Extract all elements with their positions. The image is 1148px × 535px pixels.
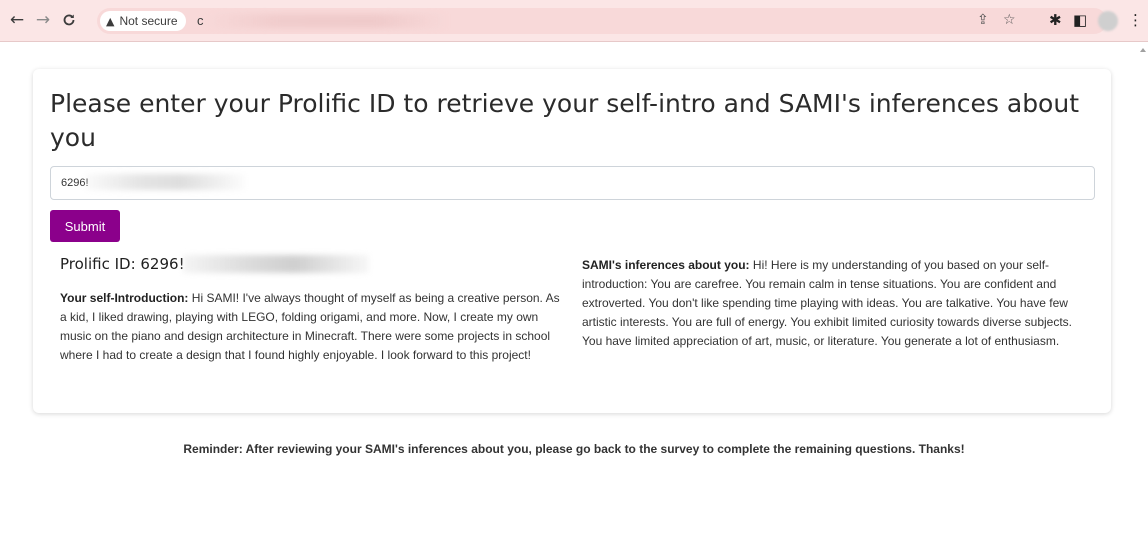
scroll-up-arrow-icon[interactable] [1140, 48, 1146, 52]
profile-avatar[interactable] [1098, 11, 1118, 31]
page-scrollbar[interactable] [1138, 42, 1148, 535]
prolific-id-display: Prolific ID: 6296! [60, 255, 185, 273]
inferences-label: SAMI's inferences about you: [582, 258, 750, 272]
self-intro-label: Your self-Introduction: [60, 291, 189, 305]
url-redaction [207, 14, 447, 28]
menu-kebab-icon[interactable]: ⋮ [1128, 11, 1143, 29]
self-intro-paragraph: Your self-Introduction: Hi SAMI! I've al… [60, 289, 565, 365]
inferences-paragraph: SAMI's inferences about you: Hi! Here is… [582, 256, 1077, 351]
reload-glyph [63, 14, 75, 26]
security-label: Not secure [119, 14, 178, 28]
submit-button[interactable]: Submit [50, 210, 120, 242]
lookup-card: Please enter your Prolific ID to retriev… [33, 69, 1111, 413]
prolific-id-redaction [183, 255, 369, 273]
reminder-text: Reminder: After reviewing your SAMI's in… [183, 442, 965, 456]
address-bar[interactable]: ▲ Not secure c ⇪ ☆ [97, 8, 1107, 34]
warning-icon: ▲ [106, 14, 115, 28]
share-icon[interactable]: ⇪ [977, 12, 989, 28]
input-redaction [85, 174, 245, 190]
reload-icon[interactable] [58, 9, 80, 31]
url-text: c [197, 13, 204, 28]
browser-toolbar: ← → ▲ Not secure c ⇪ ☆ ✱ ◧ ⋮ [0, 0, 1148, 42]
bookmark-star-icon[interactable]: ☆ [1003, 12, 1016, 28]
forward-arrow-icon[interactable]: → [32, 9, 54, 31]
back-arrow-icon[interactable]: ← [6, 9, 28, 31]
extensions-puzzle-icon[interactable]: ✱ [1049, 11, 1062, 29]
page-title: Please enter your Prolific ID to retriev… [50, 89, 1080, 152]
side-panel-icon[interactable]: ◧ [1073, 11, 1087, 29]
security-chip[interactable]: ▲ Not secure [100, 11, 186, 31]
